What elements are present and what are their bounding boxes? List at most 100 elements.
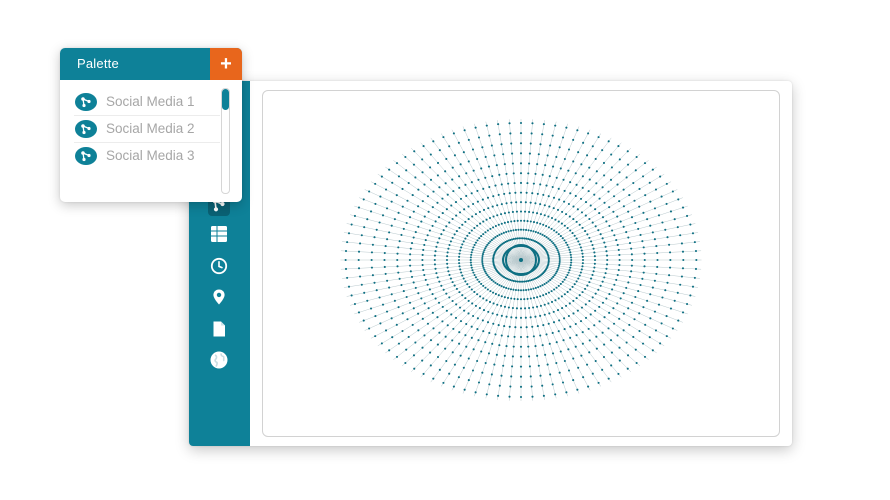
graph-node [405, 295, 408, 299]
palette-scrollbar-thumb[interactable] [222, 89, 229, 110]
palette-item-social-media-1[interactable]: Social Media 1 [60, 88, 220, 115]
graph-node [586, 154, 589, 157]
graph-node [668, 243, 671, 246]
graph-node [469, 258, 472, 262]
graph-node [539, 222, 542, 225]
graph-node [641, 277, 644, 280]
graph-node [473, 290, 476, 293]
graph-node [659, 175, 662, 178]
graph-node [530, 385, 533, 388]
graph-node [479, 222, 482, 225]
graph-node [548, 342, 551, 345]
graph-node [488, 331, 491, 334]
graph-node [346, 241, 349, 244]
graph-node [424, 278, 427, 281]
graph-node [406, 318, 409, 321]
graph-canvas[interactable] [262, 90, 780, 437]
graph-node [539, 203, 542, 206]
graph-node [409, 270, 412, 273]
graph-node [554, 218, 557, 221]
graph-node [649, 293, 652, 296]
graph-node [523, 280, 526, 283]
graph-node [575, 280, 578, 283]
graph-node [525, 228, 528, 232]
graph-node [517, 228, 520, 231]
graph-node [576, 129, 579, 132]
graph-node [625, 341, 628, 344]
graph-node [414, 286, 417, 289]
graph-node [528, 355, 531, 358]
radial-network-graph[interactable] [263, 91, 779, 436]
palette-item-social-media-2[interactable]: Social Media 2 [60, 115, 220, 142]
graph-node [383, 265, 386, 269]
graph-node [611, 229, 614, 232]
graph-node [634, 221, 637, 225]
graph-node [594, 309, 597, 312]
graph-node [581, 342, 584, 345]
graph-node [490, 238, 493, 242]
graph-node [486, 196, 490, 199]
graph-node [480, 167, 483, 170]
palette-scrollbar[interactable] [221, 88, 230, 194]
graph-node [605, 297, 608, 300]
graph-node [661, 296, 664, 299]
graph-node [641, 175, 645, 178]
graph-node [492, 215, 495, 218]
graph-node [555, 247, 558, 250]
graph-node [453, 363, 456, 366]
graph-node [471, 215, 474, 218]
graph-node [427, 307, 430, 310]
palette-item-label: Social Media 1 [106, 94, 195, 109]
graph-node [541, 173, 544, 176]
graph-node [525, 237, 528, 240]
graph-node [627, 307, 630, 310]
graph-node [510, 201, 513, 204]
graph-node [378, 296, 381, 299]
graph-node [665, 182, 668, 185]
graph-node [502, 153, 505, 156]
graph-node [514, 237, 517, 240]
graph-node [607, 190, 610, 193]
graph-node [554, 245, 557, 248]
graph-node [488, 186, 491, 189]
graph-node [503, 212, 507, 215]
graph-node [601, 149, 604, 152]
add-button[interactable]: + [210, 48, 242, 80]
graph-node [552, 242, 555, 245]
graph-node [404, 361, 407, 365]
graph-node [558, 319, 561, 322]
graph-node [601, 331, 604, 334]
document-tool-button[interactable] [208, 318, 230, 340]
graph-node [607, 140, 610, 143]
graph-nodes-icon [75, 92, 97, 111]
table-tool-button[interactable] [208, 223, 230, 245]
graph-node [563, 328, 566, 331]
graph-node [412, 210, 415, 213]
timeline-tool-button[interactable] [208, 255, 230, 277]
graph-node [577, 240, 580, 243]
palette-item-social-media-3[interactable]: Social Media 3 [60, 142, 220, 169]
graph-node [534, 286, 537, 290]
globe-tool-button[interactable] [208, 349, 230, 371]
graph-node [429, 178, 433, 181]
graph-node [643, 162, 647, 165]
graph-node [669, 258, 672, 262]
graph-node [503, 296, 506, 299]
map-tool-button[interactable] [208, 286, 230, 308]
graph-node [617, 269, 620, 272]
graph-node [417, 312, 420, 315]
graph-node [410, 242, 414, 245]
graph-node [396, 265, 399, 268]
graph-node [527, 172, 530, 175]
graph-node [591, 296, 594, 299]
graph-node [557, 264, 561, 267]
graph-node [500, 203, 503, 206]
graph-node [505, 230, 508, 234]
graph-node [347, 285, 351, 288]
graph-node [567, 169, 570, 172]
graph-node [606, 258, 609, 262]
graph-node [579, 320, 583, 323]
graph-node [542, 223, 545, 226]
graph-node [595, 335, 598, 338]
graph-node [642, 211, 645, 214]
